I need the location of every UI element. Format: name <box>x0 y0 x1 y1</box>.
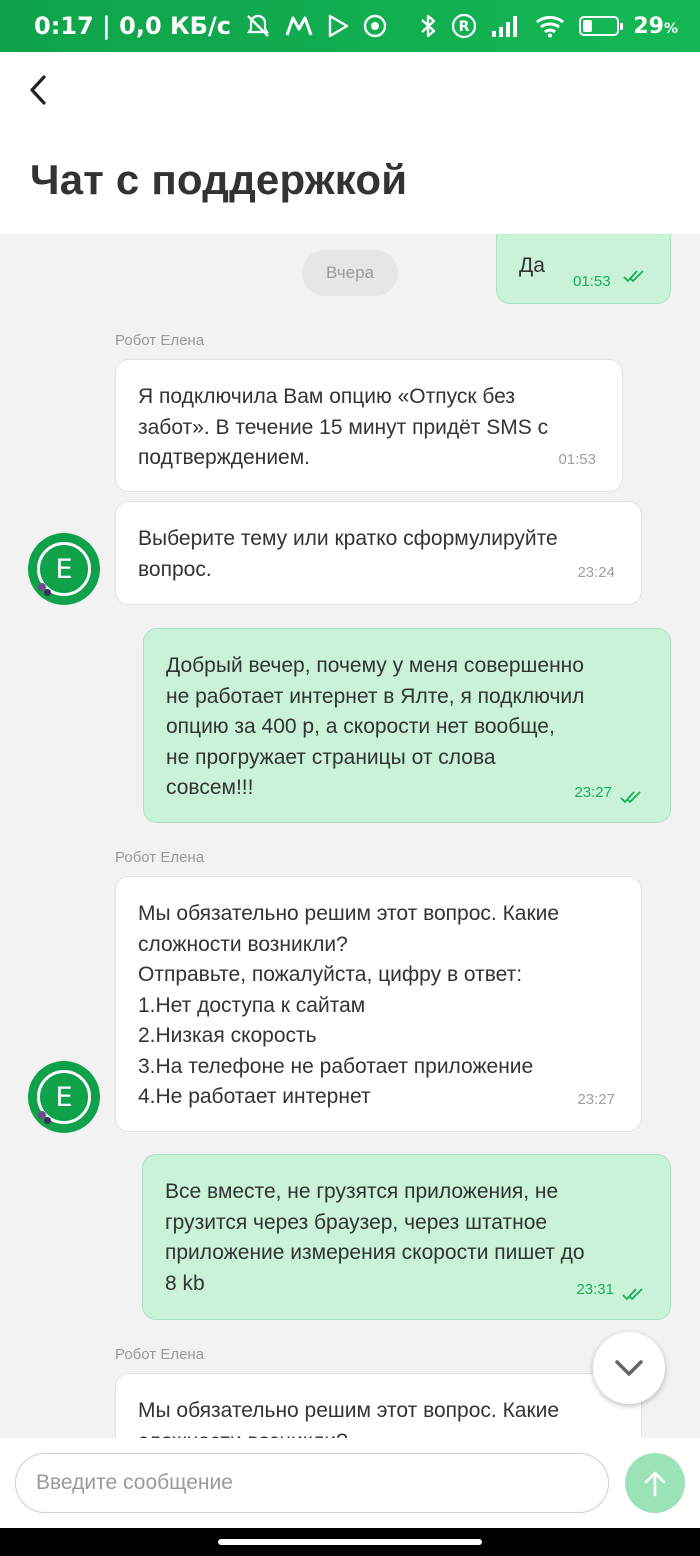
chevron-down-icon <box>615 1360 643 1376</box>
double-check-icon <box>623 270 644 283</box>
header: Чат с поддержкой <box>0 52 700 234</box>
double-check-icon <box>620 791 641 804</box>
metro-icon <box>285 15 313 37</box>
send-button[interactable] <box>625 1453 685 1513</box>
sender-name: Робот Елена <box>115 332 205 349</box>
svg-text:R: R <box>459 19 470 35</box>
sender-name: Робот Елена <box>115 849 205 866</box>
avatar-letter: E <box>55 553 73 585</box>
message-text: Мы обязательно решим этот вопрос. Какие … <box>138 1399 560 1438</box>
mute-icon <box>245 13 271 39</box>
message-text: Я подключила Вам опцию «Отпуск без забот… <box>138 385 549 469</box>
message-time: 23:24 <box>577 563 615 581</box>
outgoing-message[interactable]: Добрый вечер, почему у меня совершенно н… <box>143 628 671 823</box>
avatar: E <box>28 1061 100 1133</box>
message-time: 01:53 <box>558 450 596 468</box>
message-text: Мы обязательно решим этот вопрос. Какие … <box>138 902 560 1108</box>
home-handle[interactable] <box>218 1539 482 1545</box>
message-input[interactable] <box>15 1453 609 1513</box>
signal-icon <box>491 14 521 38</box>
composer <box>0 1438 700 1528</box>
arrow-up-icon <box>644 1471 666 1497</box>
avatar-letter: E <box>55 1081 73 1113</box>
message-time: 23:27 <box>577 1090 615 1108</box>
incoming-message[interactable]: Выберите тему или кратко сформулируйте в… <box>115 501 642 605</box>
avatar: E <box>28 533 100 605</box>
wifi-icon <box>535 14 565 38</box>
incoming-message[interactable]: Мы обязательно решим этот вопрос. Какие … <box>115 876 642 1132</box>
outgoing-message[interactable]: Да 01:53 <box>496 234 671 304</box>
incoming-message[interactable]: Я подключила Вам опцию «Отпуск без забот… <box>115 359 623 492</box>
chat-screen: 0:17 | 0,0 КБ/с R 29% Чат с поддержкой В… <box>0 0 700 1556</box>
battery-icon <box>579 16 624 36</box>
back-arrow-icon <box>30 75 46 105</box>
message-text: Да <box>519 254 545 277</box>
message-text: Выберите тему или кратко сформулируйте в… <box>138 527 558 581</box>
message-time: 01:53 <box>573 273 611 290</box>
status-bar: 0:17 | 0,0 КБ/с R 29% <box>0 0 700 52</box>
chat-history[interactable]: Вчера Да 01:53 Робот Елена Я подключила … <box>0 234 700 1438</box>
outgoing-message[interactable]: Все вместе, не грузятся приложения, не г… <box>142 1154 671 1320</box>
play-icon <box>327 14 349 38</box>
chrome-icon <box>363 14 387 38</box>
sender-name: Робот Елена <box>115 1346 205 1363</box>
incoming-message[interactable]: Мы обязательно решим этот вопрос. Какие … <box>115 1373 642 1438</box>
bluetooth-icon <box>419 13 437 39</box>
back-button[interactable] <box>18 70 58 110</box>
scroll-down-button[interactable] <box>593 1332 665 1404</box>
message-time: 23:27 <box>574 783 612 801</box>
navigation-bar <box>0 1528 700 1556</box>
double-check-icon <box>622 1288 643 1301</box>
status-time-speed: 0:17 | 0,0 КБ/с <box>34 12 231 40</box>
message-time: 23:31 <box>576 1280 614 1298</box>
date-separator: Вчера <box>302 250 398 296</box>
registered-icon: R <box>451 13 477 39</box>
battery-percent: 29% <box>633 13 678 39</box>
page-title: Чат с поддержкой <box>30 156 408 203</box>
